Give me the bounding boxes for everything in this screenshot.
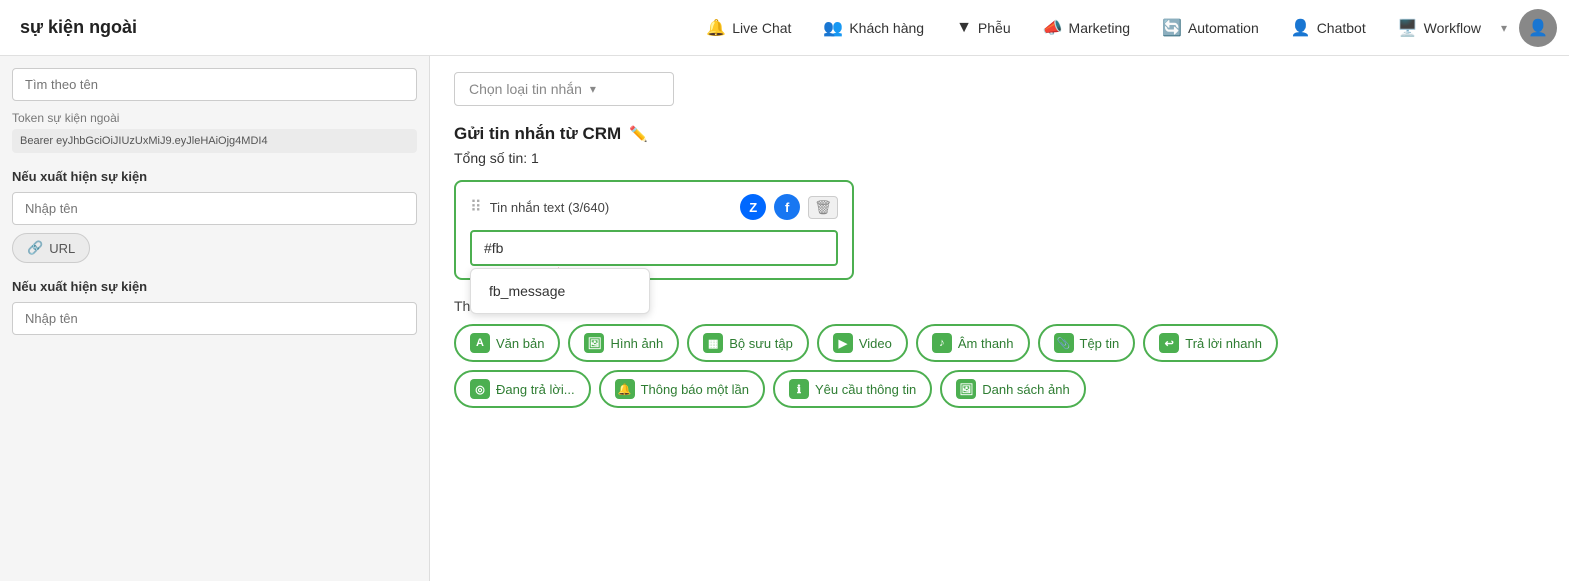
sidebar-section-1-title: Nếu xuất hiện sự kiện	[12, 169, 417, 184]
nav-item-live-chat[interactable]: 🔔 Live Chat	[692, 12, 805, 44]
page-title: sự kiện ngoài	[12, 17, 172, 38]
action-btn-video[interactable]: ▶ Video	[817, 324, 908, 362]
action-btn-am-thanh[interactable]: ♪ Âm thanh	[916, 324, 1030, 362]
message-text-input[interactable]	[470, 230, 838, 266]
nav-item-marketing-label: Marketing	[1069, 20, 1130, 36]
nav-item-marketing[interactable]: 📣 Marketing	[1029, 12, 1144, 44]
nav-item-automation-label: Automation	[1188, 20, 1259, 36]
section-title-row: Gửi tin nhắn từ CRM ✏️	[454, 124, 1545, 144]
yeu-cau-thong-tin-icon: ℹ	[789, 379, 809, 399]
chatbot-icon: 👤	[1291, 18, 1311, 38]
delete-icon[interactable]: 🗑	[808, 196, 838, 219]
dang-tra-loi-icon: ◎	[470, 379, 490, 399]
thong-bao-mot-lan-icon: 🔔	[615, 379, 635, 399]
nav-item-automation[interactable]: 🔄 Automation	[1148, 12, 1273, 44]
tra-loi-nhanh-icon: ↩	[1159, 333, 1179, 353]
bo-suu-tap-icon: ▦	[703, 333, 723, 353]
khach-hang-icon: 👥	[823, 18, 843, 38]
nav-item-workflow-label: Workflow	[1424, 20, 1481, 36]
autocomplete-dropdown: fb_message	[470, 268, 650, 314]
van-ban-icon: A	[470, 333, 490, 353]
autocomplete-item-fb-message[interactable]: fb_message	[471, 273, 649, 309]
sidebar-section-1-input[interactable]	[12, 192, 417, 225]
right-content: Chọn loại tin nhắn ▾ Gửi tin nhắn từ CRM…	[430, 56, 1569, 581]
action-btn-tep-tin[interactable]: 📎 Tệp tin	[1038, 324, 1136, 362]
nav-items: 🔔 Live Chat 👥 Khách hàng ▼ Phễu 📣 Market…	[692, 9, 1557, 47]
message-input-wrap: fb_message	[470, 230, 838, 266]
sidebar-section-1: Nếu xuất hiện sự kiện 🔗 URL	[12, 169, 417, 263]
nav-item-khach-hang[interactable]: 👥 Khách hàng	[809, 12, 938, 44]
token-value: Bearer eyJhbGciOiJIUzUxMiJ9.eyJleHAiOjg4…	[12, 129, 417, 153]
nav-item-pheu-label: Phễu	[978, 20, 1011, 36]
danh-sach-anh-icon: 🖼	[956, 379, 976, 399]
choose-type-row: Chọn loại tin nhắn ▾	[454, 72, 1545, 106]
link-icon: 🔗	[27, 240, 43, 256]
hinh-anh-icon: 🖼	[584, 333, 604, 353]
tep-tin-icon: 📎	[1054, 333, 1074, 353]
section-title: Gửi tin nhắn từ CRM	[454, 124, 621, 144]
nav-item-chatbot[interactable]: 👤 Chatbot	[1277, 12, 1380, 44]
message-card-header: ⠿ Tin nhắn text (3/640) Z f 🗑	[470, 194, 838, 220]
sidebar-section-2-title: Nếu xuất hiện sự kiện	[12, 279, 417, 294]
choose-type-label: Chọn loại tin nhắn	[469, 81, 582, 97]
workflow-icon: 🖥️	[1398, 18, 1418, 38]
fb-channel-icon[interactable]: f	[774, 194, 800, 220]
video-icon: ▶	[833, 333, 853, 353]
am-thanh-icon: ♪	[932, 333, 952, 353]
action-btn-yeu-cau-thong-tin[interactable]: ℹ Yêu cầu thông tin	[773, 370, 932, 408]
action-btn-van-ban[interactable]: A Văn bản	[454, 324, 560, 362]
action-btns-row-1: A Văn bản 🖼 Hình ảnh ▦ Bộ sưu tập ▶ Vide…	[454, 324, 1545, 362]
search-input[interactable]	[12, 68, 417, 101]
user-avatar[interactable]: 👤	[1519, 9, 1557, 47]
live-chat-icon: 🔔	[706, 18, 726, 38]
edit-icon[interactable]: ✏️	[629, 125, 648, 143]
chevron-down-icon: ▾	[590, 82, 596, 96]
message-card: ⠿ Tin nhắn text (3/640) Z f 🗑 fb_message	[454, 180, 854, 280]
action-btn-dang-tra-loi[interactable]: ◎ Đang trả lời...	[454, 370, 591, 408]
nav-item-live-chat-label: Live Chat	[732, 20, 791, 36]
action-btn-tra-loi-nhanh[interactable]: ↩ Trả lời nhanh	[1143, 324, 1278, 362]
total-tin: Tổng số tin: 1	[454, 150, 1545, 166]
nav-dropdown-arrow[interactable]: ▾	[1501, 21, 1507, 35]
action-btn-bo-suu-tap[interactable]: ▦ Bộ sưu tập	[687, 324, 809, 362]
nav-item-pheu[interactable]: ▼ Phễu	[942, 13, 1025, 43]
choose-type-select[interactable]: Chọn loại tin nhắn ▾	[454, 72, 674, 106]
token-label: Token sự kiện ngoài	[12, 111, 417, 125]
automation-icon: 🔄	[1162, 18, 1182, 38]
nav-item-khach-hang-label: Khách hàng	[849, 20, 924, 36]
sidebar-section-2-input[interactable]	[12, 302, 417, 335]
sidebar: Token sự kiện ngoài Bearer eyJhbGciOiJIU…	[0, 56, 430, 581]
pheu-icon: ▼	[956, 19, 972, 37]
main-layout: Token sự kiện ngoài Bearer eyJhbGciOiJIU…	[0, 56, 1569, 581]
message-card-title: Tin nhắn text (3/640)	[490, 200, 733, 215]
top-nav: sự kiện ngoài 🔔 Live Chat 👥 Khách hàng ▼…	[0, 0, 1569, 56]
url-button[interactable]: 🔗 URL	[12, 233, 90, 263]
nav-item-workflow[interactable]: 🖥️ Workflow	[1384, 12, 1495, 44]
sidebar-section-2: Nếu xuất hiện sự kiện	[12, 279, 417, 343]
drag-handle[interactable]: ⠿	[470, 197, 482, 217]
action-btns-row-2: ◎ Đang trả lời... 🔔 Thông báo một lần ℹ …	[454, 370, 1545, 408]
marketing-icon: 📣	[1043, 18, 1063, 38]
action-btn-thong-bao-mot-lan[interactable]: 🔔 Thông báo một lần	[599, 370, 765, 408]
action-btn-danh-sach-anh[interactable]: 🖼 Danh sách ảnh	[940, 370, 1085, 408]
nav-item-chatbot-label: Chatbot	[1317, 20, 1366, 36]
action-btn-hinh-anh[interactable]: 🖼 Hình ảnh	[568, 324, 679, 362]
zalo-channel-icon[interactable]: Z	[740, 194, 766, 220]
